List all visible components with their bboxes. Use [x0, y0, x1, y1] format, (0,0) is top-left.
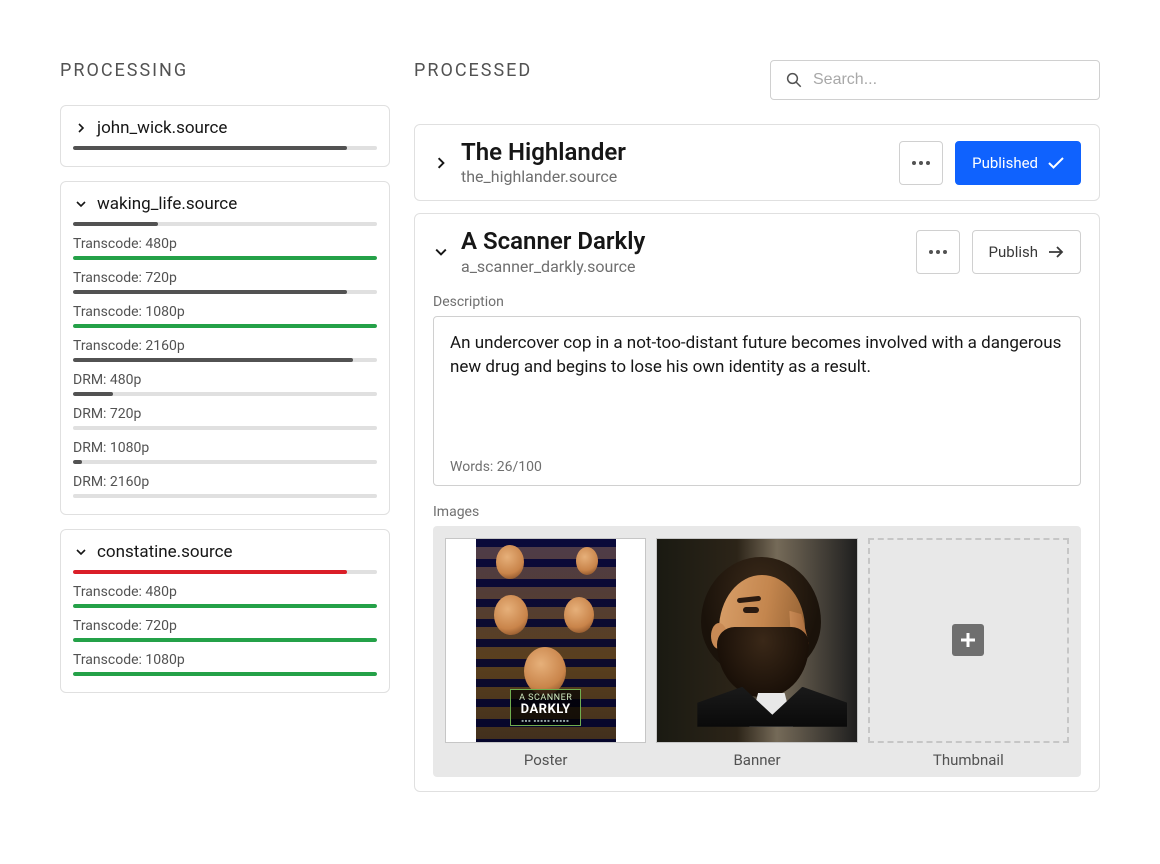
processing-card-title: john_wick.source [97, 118, 227, 138]
more-icon [912, 161, 930, 165]
task-label: Transcode: 480p [73, 236, 377, 252]
banner-image[interactable] [656, 538, 857, 743]
poster-image[interactable]: A SCANNER DARKLY ■■■ ■■■■■ ■■■■■ [445, 538, 646, 743]
arrow-right-icon [1048, 246, 1064, 258]
processing-card: john_wick.source [60, 105, 390, 167]
task-label: Transcode: 720p [73, 618, 377, 634]
processing-card-title: constatine.source [97, 542, 233, 562]
images-section: A SCANNER DARKLY ■■■ ■■■■■ ■■■■■ Poster [433, 526, 1081, 777]
description-box[interactable]: An undercover cop in a not-too-distant f… [433, 316, 1081, 486]
processing-header: PROCESSING [60, 60, 390, 81]
processed-header: PROCESSED [414, 60, 532, 81]
more-button[interactable] [899, 141, 943, 185]
processed-filename: the_highlander.source [461, 167, 887, 186]
processing-card-toggle[interactable]: waking_life.source [73, 194, 377, 214]
processing-card: waking_life.source Transcode: 480p Trans… [60, 181, 390, 515]
task-label: DRM: 720p [73, 406, 377, 422]
description-label: Description [433, 294, 1081, 310]
button-label: Publish [989, 243, 1038, 261]
word-count: Words: 26/100 [450, 459, 1064, 475]
more-button[interactable] [916, 230, 960, 274]
processing-card: constatine.source Transcode: 480p Transc… [60, 529, 390, 693]
plus-icon [952, 624, 984, 656]
chevron-down-icon [73, 544, 89, 560]
processed-title: The Highlander [461, 139, 887, 165]
chevron-right-icon [73, 120, 89, 136]
button-label: Published [972, 154, 1038, 172]
chevron-right-icon[interactable] [433, 155, 449, 171]
task-label: Transcode: 720p [73, 270, 377, 286]
progress-bar [73, 604, 377, 608]
progress-bar [73, 256, 377, 260]
processing-card-toggle[interactable]: john_wick.source [73, 118, 377, 138]
task-label: DRM: 1080p [73, 440, 377, 456]
task-label: DRM: 480p [73, 372, 377, 388]
progress-bar [73, 324, 377, 328]
progress-bar [73, 358, 377, 362]
published-button[interactable]: Published [955, 141, 1081, 185]
thumbnail-caption: Thumbnail [933, 751, 1004, 769]
chevron-down-icon [73, 196, 89, 212]
processed-card: A Scanner Darkly a_scanner_darkly.source… [414, 213, 1100, 791]
progress-bar [73, 460, 377, 464]
search-box[interactable] [770, 60, 1100, 100]
progress-bar [73, 146, 377, 150]
task-label: DRM: 2160p [73, 474, 377, 490]
progress-bar [73, 290, 377, 294]
check-icon [1048, 157, 1064, 169]
search-icon [785, 71, 803, 89]
add-thumbnail[interactable] [868, 538, 1069, 743]
task-label: Transcode: 1080p [73, 652, 377, 668]
processed-card: The Highlander the_highlander.source Pub… [414, 124, 1100, 201]
task-label: Transcode: 1080p [73, 304, 377, 320]
processed-title: A Scanner Darkly [461, 228, 904, 254]
chevron-down-icon[interactable] [433, 244, 449, 260]
poster-overlay-big: DARKLY [519, 703, 572, 716]
progress-bar [73, 672, 377, 676]
poster-caption: Poster [524, 751, 568, 769]
description-text: An undercover cop in a not-too-distant f… [450, 331, 1064, 451]
images-label: Images [433, 504, 1081, 520]
publish-button[interactable]: Publish [972, 230, 1081, 274]
progress-bar [73, 426, 377, 430]
progress-bar [73, 222, 377, 226]
processing-card-toggle[interactable]: constatine.source [73, 542, 377, 562]
more-icon [929, 250, 947, 254]
processing-card-title: waking_life.source [97, 194, 237, 214]
task-label: Transcode: 2160p [73, 338, 377, 354]
progress-bar [73, 638, 377, 642]
processed-filename: a_scanner_darkly.source [461, 257, 904, 276]
banner-caption: Banner [733, 751, 780, 769]
task-label: Transcode: 480p [73, 584, 377, 600]
progress-bar [73, 392, 377, 396]
search-input[interactable] [813, 71, 1085, 89]
progress-bar [73, 494, 377, 498]
progress-bar [73, 570, 377, 574]
